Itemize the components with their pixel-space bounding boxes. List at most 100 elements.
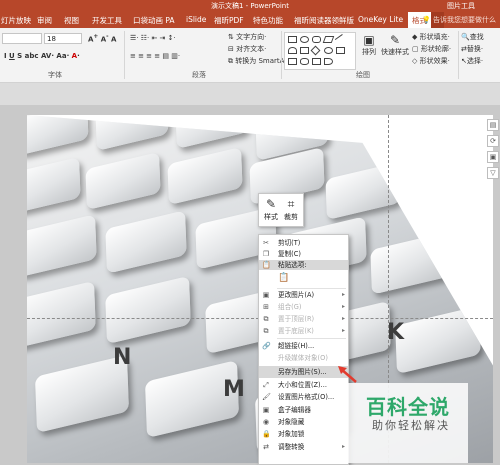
menu-item-copy[interactable]: ❐ 复制(C): [259, 249, 348, 259]
menu-item-bring-front: ⧉ 置于顶层(R) ▸: [263, 315, 346, 323]
lock-icon: 🔒: [262, 430, 271, 438]
arch-shape-icon[interactable]: [288, 47, 297, 54]
scissors-icon: ✂: [263, 239, 269, 247]
oval-shape-icon[interactable]: [300, 36, 309, 43]
align-buttons[interactable]: ≡ ≡ ≡ ≡ ▤ ▥·: [130, 52, 180, 60]
paste-option-picture[interactable]: 📋: [259, 272, 348, 286]
text-box-shape-icon[interactable]: [300, 47, 309, 54]
find-label: 查找: [469, 33, 484, 41]
quick-styles-button[interactable]: ✎ 快速样式: [380, 33, 410, 57]
bring-front-icon: ⧉: [263, 315, 269, 323]
parallelogram-shape-icon[interactable]: [322, 36, 335, 43]
title-bar: 演示文稿1 - PowerPoint 图片工具: [0, 0, 500, 12]
menu-item-paste-options[interactable]: 📋 粘贴选项:: [259, 260, 348, 270]
format-picture-icon: 🖌: [262, 393, 271, 401]
hyperlink-icon: 🔗: [262, 342, 271, 350]
arrange-button[interactable]: ▣ 排列: [362, 33, 376, 57]
menu-item-box-editor[interactable]: ▣ 盒子编辑器: [259, 405, 348, 415]
shape-outline-label: 形状轮廓: [420, 45, 449, 53]
select-button[interactable]: ↖选择·: [461, 56, 483, 66]
tab-islide[interactable]: iSlide: [186, 15, 206, 24]
shapes-gallery[interactable]: [284, 32, 356, 70]
layout-options-icon[interactable]: ▤: [487, 119, 499, 131]
hide-icon: ◉: [262, 418, 270, 426]
style-button[interactable]: ✎ 样式: [261, 196, 281, 222]
font-format-buttons[interactable]: I U S abc AV· Aa· A·: [4, 52, 80, 60]
list-buttons[interactable]: ☰· ☷· ⇤ ⇥ ↕·: [130, 34, 176, 42]
line-shape-icon[interactable]: [334, 34, 347, 45]
submenu-arrow-icon: ▸: [341, 291, 345, 298]
arrow-shape-icon[interactable]: [336, 47, 345, 54]
menu-item-size-position[interactable]: ⤢ 大小和位置(Z)...: [259, 380, 348, 390]
ribbon-separator: [281, 31, 282, 79]
shape-fill-label: 形状填充: [419, 33, 448, 41]
tab-slideshow[interactable]: 灯片放映: [1, 15, 31, 26]
shape-outline-button[interactable]: ▢ 形状轮廓·: [412, 44, 451, 54]
arrange-icon: ▣: [363, 33, 375, 47]
grow-font-button[interactable]: A+ A- A: [88, 34, 116, 43]
change-picture-icon: ▣: [262, 291, 270, 299]
quick-styles-label: 快速样式: [381, 48, 409, 56]
size-icon: ⤢: [263, 381, 269, 389]
diamond-shape-icon[interactable]: [310, 45, 321, 56]
ruler-area: [0, 83, 500, 105]
font-size-box[interactable]: 18: [44, 33, 82, 44]
crop-icon: ⌗: [287, 197, 295, 211]
menu-item-adjust-convert[interactable]: ⇄ 调整转换 ▸: [259, 442, 348, 452]
crop-button[interactable]: ⌗ 裁剪: [281, 196, 301, 222]
tab-view[interactable]: 视图: [64, 15, 79, 26]
circle-shape-icon[interactable]: [324, 47, 333, 54]
callout-shape-icon[interactable]: [324, 58, 333, 65]
menu-item-hide-object[interactable]: ◉ 对象隐藏: [259, 417, 348, 427]
text-direction-button[interactable]: ⇅ 文字方向·: [228, 32, 266, 42]
align-text-label: 对齐文本: [236, 45, 265, 53]
tell-me-box[interactable]: 💡 告诉我您想要做什么: [422, 15, 496, 25]
star-shape-icon[interactable]: [288, 58, 297, 65]
convert-smartart-button[interactable]: ⧉ 转换为 SmartArt·: [228, 56, 292, 66]
font-name-box[interactable]: [2, 33, 42, 44]
menu-item-cut[interactable]: ✂ 剪切(T): [259, 238, 348, 248]
find-button[interactable]: 🔍查找: [461, 32, 484, 42]
brace-shape-icon[interactable]: [312, 58, 321, 65]
rounded-rect-shape-icon[interactable]: [312, 36, 321, 43]
send-back-icon: ⧉: [263, 327, 269, 335]
watermark-subtitle: 助你轻松解决: [372, 419, 450, 432]
menu-item-change-picture[interactable]: ▣ 更改图片(A) ▸: [259, 290, 348, 300]
menu-item-format-picture[interactable]: 🖌 设置图片格式(O)...: [259, 392, 348, 402]
menu-item-hyperlink[interactable]: 🔗 超链接(H)...: [259, 341, 348, 351]
replace-button[interactable]: ⇄替换·: [461, 44, 483, 54]
rotate-handle-icon[interactable]: ⟳: [487, 135, 499, 147]
tab-features[interactable]: 特色功能: [253, 15, 283, 26]
menu-item-lock-object[interactable]: 🔒 对象加锁: [259, 429, 348, 439]
tab-foxit-reader[interactable]: 福昕阅读器领鲜版: [294, 15, 354, 26]
watermark-title: 百科全说: [366, 395, 450, 419]
style-brush-icon: ✎: [265, 197, 277, 211]
context-menu: ✂ 剪切(T) ❐ 复制(C) 📋 粘贴选项: 📋 ▣ 更改图片(A) ▸ ⊞ 组合(G) ▸…: [258, 234, 349, 465]
submenu-arrow-icon: ▸: [341, 327, 345, 334]
ribbon: 18 A+ A- A I U S abc AV· Aa· A· 字体 ☰· ☷·…: [0, 28, 500, 83]
red-pointer-arrow-icon: [338, 366, 357, 383]
menu-item-send-back: ⧉ 置于底层(K) ▸: [263, 327, 346, 335]
tab-developer[interactable]: 开发工具: [92, 15, 122, 26]
picture-filter-icon[interactable]: ▽: [487, 167, 499, 179]
menu-separator: [277, 288, 346, 289]
drawing-group-label: 绘图: [356, 71, 370, 79]
tab-foxit-pdf[interactable]: 福昕PDF: [214, 15, 244, 26]
tab-onekey-lite[interactable]: OneKey Lite: [358, 15, 403, 24]
mini-toolbar: ✎ 样式 ⌗ 裁剪: [258, 193, 304, 227]
smiley-shape-icon[interactable]: [300, 58, 309, 65]
arrange-label: 排列: [362, 48, 376, 56]
watermark: 百科全说 助你轻松解决: [348, 383, 468, 463]
shape-effects-button[interactable]: ◇ 形状效果·: [412, 56, 450, 66]
rectangle-shape-icon[interactable]: [288, 36, 297, 43]
ribbon-separator: [458, 31, 459, 79]
picture-styles-icon[interactable]: ▣: [487, 151, 499, 163]
tab-pocket-animation[interactable]: 口袋动画 PA: [133, 15, 175, 26]
window-title: 演示文稿1 - PowerPoint: [211, 2, 289, 10]
select-label: 选择: [466, 57, 481, 65]
shape-fill-button[interactable]: ◆ 形状填充·: [412, 32, 450, 42]
menu-item-save-as-picture[interactable]: 另存为图片(S)...: [259, 366, 348, 378]
tab-review[interactable]: 审阅: [37, 15, 52, 26]
align-text-button[interactable]: ⊟ 对齐文本·: [228, 44, 266, 54]
font-group-label: 字体: [48, 71, 62, 79]
